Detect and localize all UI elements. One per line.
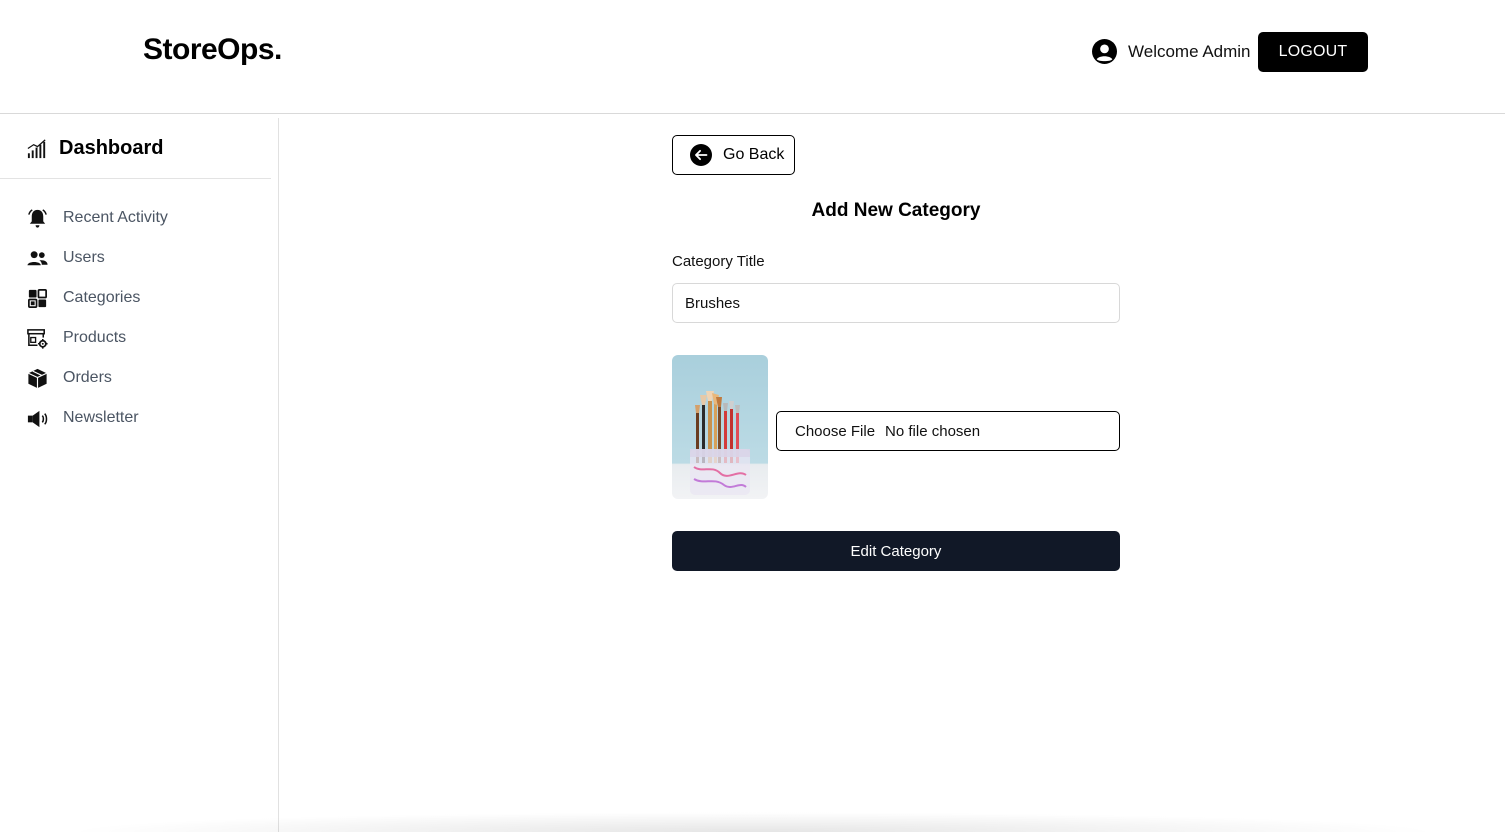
user-circle-icon — [1092, 39, 1117, 64]
category-title-label: Category Title — [672, 253, 765, 270]
top-header: StoreOps. Welcome Admin LOGOUT — [0, 0, 1505, 114]
box-icon — [28, 368, 47, 388]
sidebar-item-label: Users — [63, 249, 105, 266]
sidebar-item-newsletter[interactable]: Newsletter — [26, 398, 168, 438]
sidebar-item-label: Orders — [63, 369, 112, 386]
grid-icon — [28, 288, 47, 308]
sidebar-nav: Recent Activity Users Categories Product… — [26, 198, 168, 438]
sidebar-title: Dashboard — [59, 136, 164, 159]
sidebar-item-label: Products — [63, 329, 127, 346]
signal-bars-icon — [27, 138, 46, 158]
logout-button[interactable]: LOGOUT — [1258, 32, 1368, 72]
sidebar-item-label: Newsletter — [63, 409, 139, 426]
category-title-input[interactable] — [672, 283, 1120, 323]
store-gear-icon — [27, 328, 48, 349]
go-back-label: Go Back — [723, 146, 785, 163]
welcome-text: Welcome Admin — [1128, 41, 1251, 61]
form-title: Add New Category — [811, 200, 981, 221]
sidebar-item-users[interactable]: Users — [26, 238, 168, 278]
sidebar: Dashboard Recent Activity Users Categori… — [0, 118, 279, 832]
file-status-text: No file chosen — [885, 422, 981, 440]
category-thumbnail — [672, 355, 768, 499]
sidebar-header[interactable]: Dashboard — [0, 118, 271, 179]
megaphone-icon — [27, 410, 48, 427]
sidebar-item-label: Categories — [63, 289, 141, 306]
users-icon — [27, 250, 48, 265]
sidebar-item-label: Recent Activity — [63, 209, 168, 226]
file-upload[interactable]: Choose File No file chosen — [776, 411, 1120, 451]
bell-icon — [28, 208, 47, 228]
brand-logo[interactable]: StoreOps. — [143, 33, 282, 67]
choose-file-button[interactable]: Choose File — [795, 423, 875, 440]
sidebar-item-recent-activity[interactable]: Recent Activity — [26, 198, 168, 238]
welcome-area: Welcome Admin — [1092, 39, 1251, 64]
sidebar-item-categories[interactable]: Categories — [26, 278, 168, 318]
edit-category-button[interactable]: Edit Category — [672, 531, 1120, 571]
go-back-button[interactable]: Go Back — [672, 135, 795, 175]
sidebar-item-products[interactable]: Products — [26, 318, 168, 358]
bottom-shadow — [60, 812, 1445, 832]
arrow-left-circle-icon — [690, 144, 712, 166]
sidebar-item-orders[interactable]: Orders — [26, 358, 168, 398]
brushes-in-jar-image — [672, 355, 768, 499]
